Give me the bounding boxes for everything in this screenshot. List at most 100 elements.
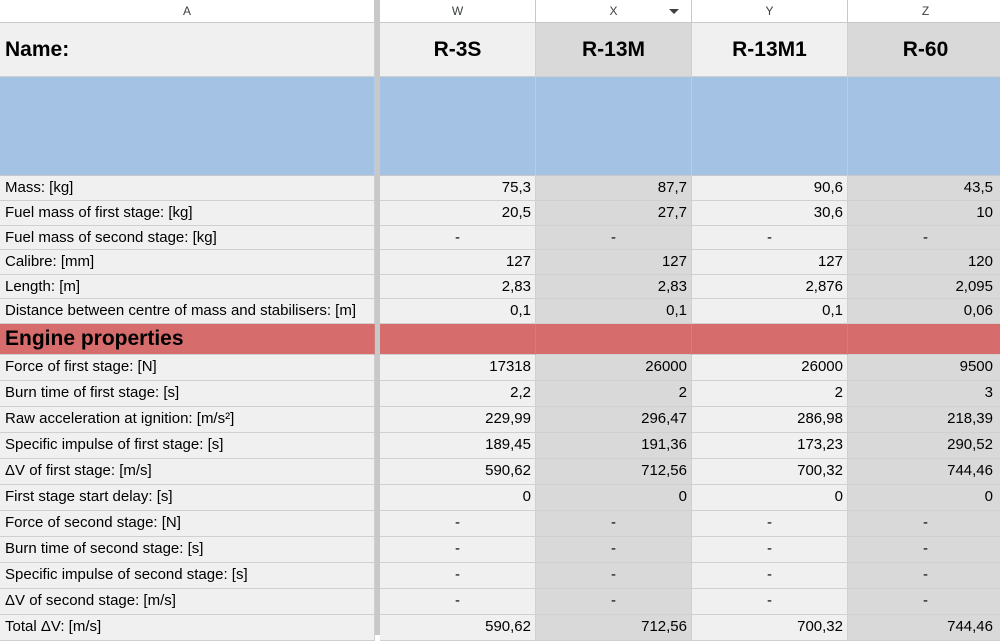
row-label-cell[interactable]: Total ΔV: [m/s] (0, 615, 375, 641)
value-cell-w[interactable]: 0,1 (380, 299, 536, 324)
value-cell-x[interactable]: - (536, 563, 692, 589)
value-cell-x[interactable]: 191,36 (536, 433, 692, 459)
value-cell-x[interactable]: 712,56 (536, 615, 692, 641)
value-cell-w[interactable]: 189,45 (380, 433, 536, 459)
name-label-cell[interactable]: Name: (0, 23, 375, 77)
engine-section-cell-z[interactable] (848, 324, 1000, 355)
value-cell-y[interactable]: - (692, 537, 848, 563)
row-label-cell[interactable]: Specific impulse of second stage: [s] (0, 563, 375, 589)
value-cell-y[interactable]: 127 (692, 250, 848, 275)
value-cell-x[interactable]: 127 (536, 250, 692, 275)
value-cell-w[interactable]: 17318 (380, 355, 536, 381)
image-cell-z[interactable] (848, 77, 1000, 176)
row-label-cell[interactable]: Force of second stage: [N] (0, 511, 375, 537)
value-cell-z[interactable]: - (848, 589, 1000, 615)
value-cell-y[interactable]: - (692, 563, 848, 589)
value-cell-y[interactable]: 700,32 (692, 615, 848, 641)
value-cell-y[interactable]: 90,6 (692, 176, 848, 201)
value-cell-x[interactable]: - (536, 226, 692, 250)
name-cell-y[interactable]: R-13M1 (692, 23, 848, 77)
row-label-cell[interactable]: First stage start delay: [s] (0, 485, 375, 511)
value-cell-z[interactable]: 10 (848, 201, 1000, 226)
value-cell-w[interactable]: 0 (380, 485, 536, 511)
row-label-cell[interactable]: Fuel mass of second stage: [kg] (0, 226, 375, 250)
image-cell-w[interactable] (380, 77, 536, 176)
value-cell-w[interactable]: - (380, 226, 536, 250)
row-label-cell[interactable]: Burn time of second stage: [s] (0, 537, 375, 563)
image-cell-y[interactable] (692, 77, 848, 176)
value-cell-w[interactable]: - (380, 589, 536, 615)
value-cell-y[interactable]: 2,876 (692, 275, 848, 299)
value-cell-x[interactable]: 296,47 (536, 407, 692, 433)
row-label-cell[interactable]: Raw acceleration at ignition: [m/s²] (0, 407, 375, 433)
name-cell-w[interactable]: R-3S (380, 23, 536, 77)
value-cell-y[interactable]: 173,23 (692, 433, 848, 459)
value-cell-z[interactable]: 0 (848, 485, 1000, 511)
engine-section-title[interactable]: Engine properties (0, 324, 375, 355)
value-cell-y[interactable]: 26000 (692, 355, 848, 381)
column-header-z[interactable]: Z (848, 0, 1000, 23)
value-cell-x[interactable]: 712,56 (536, 459, 692, 485)
value-cell-x[interactable]: - (536, 589, 692, 615)
filter-dropdown-icon[interactable] (669, 9, 679, 14)
row-label-cell[interactable]: ΔV of second stage: [m/s] (0, 589, 375, 615)
value-cell-z[interactable]: - (848, 537, 1000, 563)
value-cell-w[interactable]: 2,83 (380, 275, 536, 299)
value-cell-z[interactable]: 2,095 (848, 275, 1000, 299)
value-cell-x[interactable]: 26000 (536, 355, 692, 381)
value-cell-z[interactable]: 744,46 (848, 615, 1000, 641)
value-cell-y[interactable]: 0,1 (692, 299, 848, 324)
value-cell-x[interactable]: 87,7 (536, 176, 692, 201)
value-cell-w[interactable]: 75,3 (380, 176, 536, 201)
value-cell-z[interactable]: 744,46 (848, 459, 1000, 485)
value-cell-x[interactable]: 0,1 (536, 299, 692, 324)
column-header-w[interactable]: W (380, 0, 536, 23)
value-cell-w[interactable]: 590,62 (380, 459, 536, 485)
value-cell-y[interactable]: 700,32 (692, 459, 848, 485)
value-cell-w[interactable]: - (380, 511, 536, 537)
engine-section-cell-x[interactable] (536, 324, 692, 355)
row-label-cell[interactable]: Mass: [kg] (0, 176, 375, 201)
value-cell-x[interactable]: 2 (536, 381, 692, 407)
value-cell-z[interactable]: 43,5 (848, 176, 1000, 201)
value-cell-x[interactable]: 2,83 (536, 275, 692, 299)
value-cell-y[interactable]: 2 (692, 381, 848, 407)
value-cell-w[interactable]: - (380, 563, 536, 589)
value-cell-y[interactable]: 0 (692, 485, 848, 511)
column-header-y[interactable]: Y (692, 0, 848, 23)
engine-section-cell-y[interactable] (692, 324, 848, 355)
value-cell-w[interactable]: 590,62 (380, 615, 536, 641)
value-cell-y[interactable]: - (692, 589, 848, 615)
value-cell-z[interactable]: - (848, 511, 1000, 537)
value-cell-z[interactable]: 218,39 (848, 407, 1000, 433)
value-cell-w[interactable]: 229,99 (380, 407, 536, 433)
value-cell-x[interactable]: - (536, 511, 692, 537)
image-cell-a[interactable] (0, 77, 375, 176)
value-cell-z[interactable]: - (848, 563, 1000, 589)
value-cell-z[interactable]: 0,06 (848, 299, 1000, 324)
engine-section-cell-w[interactable] (380, 324, 536, 355)
row-label-cell[interactable]: Calibre: [mm] (0, 250, 375, 275)
value-cell-y[interactable]: 286,98 (692, 407, 848, 433)
value-cell-y[interactable]: 30,6 (692, 201, 848, 226)
row-label-cell[interactable]: Length: [m] (0, 275, 375, 299)
value-cell-x[interactable]: 27,7 (536, 201, 692, 226)
value-cell-z[interactable]: - (848, 226, 1000, 250)
row-label-cell[interactable]: Burn time of first stage: [s] (0, 381, 375, 407)
value-cell-w[interactable]: 20,5 (380, 201, 536, 226)
row-label-cell[interactable]: Specific impulse of first stage: [s] (0, 433, 375, 459)
row-label-cell[interactable]: Fuel mass of first stage: [kg] (0, 201, 375, 226)
row-label-cell[interactable]: Force of first stage: [N] (0, 355, 375, 381)
column-header-x[interactable]: X (536, 0, 692, 23)
name-cell-z[interactable]: R-60 (848, 23, 1000, 77)
column-header-a[interactable]: A (0, 0, 375, 23)
name-cell-x[interactable]: R-13M (536, 23, 692, 77)
value-cell-y[interactable]: - (692, 226, 848, 250)
value-cell-x[interactable]: 0 (536, 485, 692, 511)
value-cell-w[interactable]: 127 (380, 250, 536, 275)
value-cell-z[interactable]: 290,52 (848, 433, 1000, 459)
value-cell-z[interactable]: 120 (848, 250, 1000, 275)
value-cell-w[interactable]: 2,2 (380, 381, 536, 407)
value-cell-z[interactable]: 9500 (848, 355, 1000, 381)
value-cell-z[interactable]: 3 (848, 381, 1000, 407)
